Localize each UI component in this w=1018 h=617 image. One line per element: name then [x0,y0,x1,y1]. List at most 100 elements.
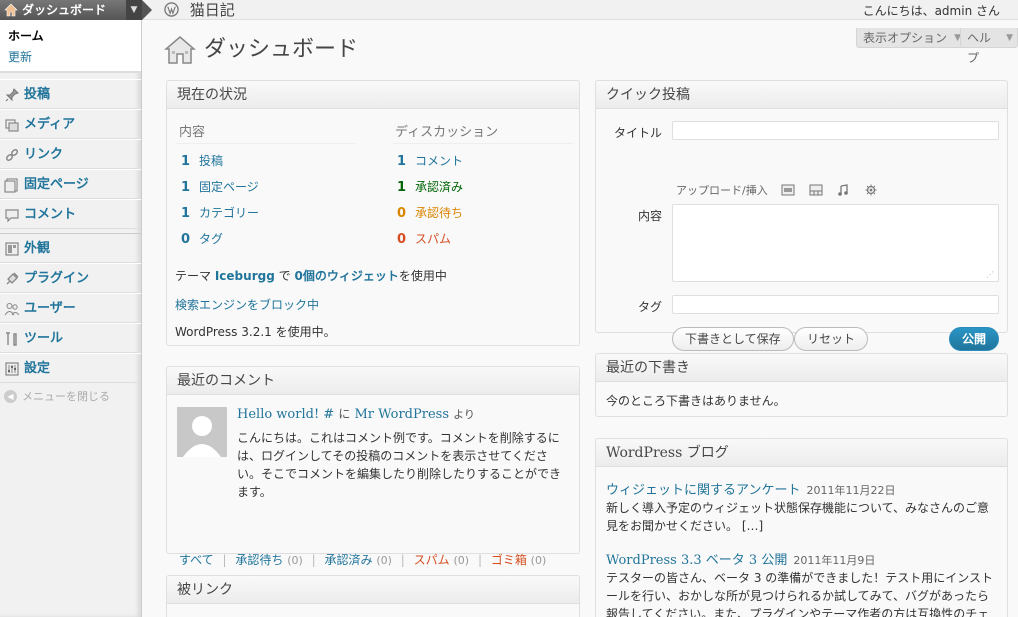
widgets-link[interactable]: 0個のウィジェット [294,269,398,283]
no-drafts-text: 今のところ下書きはありません。 [606,394,786,408]
reset-button[interactable]: リセット [794,327,869,351]
video-upload-icon[interactable] [809,184,823,196]
page-title-text: ダッシュボード [204,37,359,62]
stat-link[interactable]: コメント [415,154,463,168]
menu-item-users[interactable]: ユーザー [0,293,141,323]
publish-button[interactable]: 公開 [949,327,1000,351]
site-title[interactable]: 猫日記 [164,0,235,20]
comments-trash-link[interactable]: ゴミ箱 [491,553,527,567]
incoming-links-box: 被リンク [166,575,580,617]
menu-item-posts[interactable]: 投稿 [0,79,141,109]
stat-link[interactable]: スパム [415,232,451,246]
incoming-links-title[interactable]: 被リンク [167,576,579,604]
pages-icon [4,178,18,193]
collapse-menu-button[interactable]: ◀ メニューを閉じる [0,383,141,411]
comment-post-link[interactable]: Hello world! # [237,407,334,422]
menu-item-media[interactable]: メディア [0,109,141,139]
menu-item-appearance[interactable]: 外観 [0,233,141,263]
stat-categories[interactable]: 1 カテゴリー [181,204,259,221]
dashboard-tab[interactable]: ダッシュボード ▼ [0,0,142,20]
menu-item-tools[interactable]: ツール [0,323,141,353]
submenu-home[interactable]: ホーム [0,25,141,46]
tools-icon [6,332,17,346]
stat-count: 0 [397,232,407,247]
stat-comments[interactable]: 1 コメント [397,152,463,169]
blog-post-link[interactable]: WordPress 3.3 ベータ 3 公開 [606,553,787,568]
media-icon [5,119,19,132]
blog-post-date: 2011年11月9日 [793,554,876,567]
comment-heading: Hello world! # に Mr WordPress より [237,405,475,422]
upload-label: アップロード/挿入 [676,184,768,197]
resize-handle-icon[interactable]: ⋰ [986,270,994,279]
comments-approved-link[interactable]: 承認済み [325,553,373,567]
collapse-menu-label: メニューを閉じる [22,390,110,403]
help-button[interactable]: ヘルプ ▼ [960,28,1018,65]
pending-count: (0) [287,554,303,567]
menu-item-label: 外観 [24,241,51,256]
tags-input[interactable] [672,295,999,314]
comment-from-text: より [453,408,475,421]
stat-approved[interactable]: 1 承認済み [397,178,463,195]
audio-upload-icon[interactable] [836,184,850,196]
comment-author-link[interactable]: Mr WordPress [355,407,450,422]
stat-link[interactable]: 承認済み [415,180,463,194]
stat-posts[interactable]: 1 投稿 [181,152,223,169]
comment-icon [5,209,19,223]
blog-post-heading: WordPress 3.3 ベータ 3 公開 2011年11月9日 [606,549,875,568]
stat-link[interactable]: 承認待ち [415,206,463,220]
right-now-title[interactable]: 現在の状況 [167,81,579,109]
title-label: タイトル [613,126,662,140]
menu-item-label: 投稿 [24,87,51,102]
menu-item-label: リンク [24,147,64,162]
title-input[interactable] [672,121,999,140]
recent-drafts-title[interactable]: 最近の下書き [596,354,1007,382]
theme-name-link[interactable]: Iceburgg [215,269,275,283]
menu-item-links[interactable]: リンク [0,139,141,169]
chevron-down-icon[interactable]: ▼ [126,0,142,20]
settings-icon [5,362,19,376]
separator: | [311,553,316,567]
quick-press-title[interactable]: クイック投稿 [596,81,1007,109]
dashboard-submenu: ホーム 更新 [0,20,141,73]
stat-pending[interactable]: 0 承認待ち [397,204,463,221]
greeting-link[interactable]: こんにちは、admin さん [863,2,1000,19]
stat-tags[interactable]: 0 タグ [181,230,223,247]
blog-post-link[interactable]: ウィジェットに関するアンケート [606,483,800,498]
recent-comments-title[interactable]: 最近のコメント [167,367,579,395]
stat-link[interactable]: カテゴリー [199,206,259,220]
stat-link[interactable]: タグ [199,232,223,246]
image-upload-icon[interactable] [781,184,795,196]
admin-header: ダッシュボード ▼ 猫日記 こんにちは、admin さん [0,0,1018,20]
stat-link[interactable]: 固定ページ [199,180,259,194]
page-title: ダッシュボード [164,32,358,68]
blog-post-heading: ウィジェットに関するアンケート 2011年11月22日 [606,479,895,498]
content-heading: 内容 [179,125,206,140]
collapse-arrow-icon: ◀ [4,390,17,403]
content-textarea[interactable]: ⋰ [672,204,999,282]
comments-all-link[interactable]: すべて [179,553,214,567]
dashboard-tab-label: ダッシュボード [22,3,107,17]
menu-item-pages[interactable]: 固定ページ [0,169,141,199]
menu-item-label: プラグイン [24,271,90,286]
menu-item-settings[interactable]: 設定 [0,353,141,383]
screen-options-button[interactable]: 表示オプション ▼ [856,28,967,48]
stat-spam[interactable]: 0 スパム [397,230,451,247]
media-gear-icon[interactable] [864,184,878,196]
submenu-update[interactable]: 更新 [0,46,141,67]
stat-pages[interactable]: 1 固定ページ [181,178,259,195]
menu-item-comments[interactable]: コメント [0,199,141,229]
menu-item-label: メディア [24,117,76,132]
comment-excerpt: こんにちは。これはコメント例です。コメントを削除するには、ログインしてその投稿の… [237,431,562,499]
search-engine-block-link[interactable]: 検索エンジンをブロック中 [175,296,319,313]
separator: | [400,553,405,567]
dashboard-house-icon [164,36,196,64]
wordpress-blog-title[interactable]: WordPress ブログ [596,439,1007,467]
stat-link[interactable]: 投稿 [199,154,223,168]
wordpress-blog-box: WordPress ブログ ウィジェットに関するアンケート 2011年11月22日… [595,438,1008,617]
comments-spam-link[interactable]: スパム [414,553,450,567]
menu-item-plugins[interactable]: プラグイン [0,263,141,293]
quick-press-box: クイック投稿 タイトル アップロード/挿入 内容 ⋰ タグ 下書きとして保存 リ… [595,80,1008,351]
save-draft-button[interactable]: 下書きとして保存 [672,327,794,351]
comments-pending-link[interactable]: 承認待ち [235,553,283,567]
screen-options-label: 表示オプション [863,31,948,45]
